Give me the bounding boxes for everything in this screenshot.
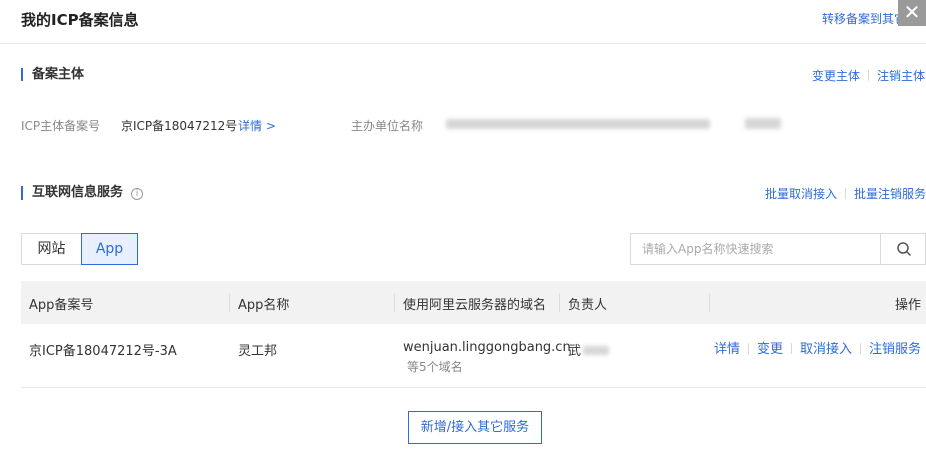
icp-number-value: 京ICP备18047212号 [121,119,238,133]
top-bar: 我的ICP备案信息 转移备案到其它账号 ✕ [0,0,926,44]
tab-app[interactable]: App [81,233,138,265]
batch-cancel-link[interactable]: 批量注销服务 [854,187,926,201]
row-actions: 详情 变更 取消接入 注销服务 [714,338,921,357]
divider [747,343,749,354]
domain-name: wenjuan.linggongbang.cn [403,340,571,355]
col-owner: 负责人 [568,298,608,313]
org-name-label: 主办单位名称 [351,119,424,133]
cancel-subject-link[interactable]: 注销主体 [877,69,925,83]
search-box [630,233,926,265]
icp-detail-link[interactable]: 详情 > [238,117,276,134]
row-change-link[interactable]: 变更 [757,342,783,357]
subject-section-title: 备案主体 [21,68,84,81]
column-divider [394,293,395,312]
col-actions: 操作 [894,298,921,313]
column-divider [559,293,560,312]
close-icon[interactable]: ✕ [898,0,926,26]
column-divider [229,293,230,312]
add-service-button[interactable]: 新增/接入其它服务 [408,411,542,444]
search-button[interactable] [880,234,926,264]
owner-redacted [583,346,610,355]
table-header: App备案号 App名称 使用阿里云服务器的域名 负责人 操作 [21,281,926,324]
divider [859,343,861,354]
col-domain: 使用阿里云服务器的域名 [403,298,547,313]
col-app-record-no: App备案号 [29,298,94,313]
owner-initial: 武 [568,344,582,359]
tab-website[interactable]: 网站 [21,233,82,265]
icp-number-label: ICP主体备案号 [21,119,101,133]
table-row: 京ICP备18047212号-3A 灵工邦 wenjuan.linggongba… [21,324,926,388]
search-input[interactable] [631,234,880,264]
batch-actions: 批量取消接入 批量注销服务 [765,185,926,202]
search-icon [897,242,911,256]
owner-name: 武 [568,340,610,359]
subject-actions: 变更主体 注销主体 [812,67,925,84]
batch-unlink-link[interactable]: 批量取消接入 [765,187,837,201]
change-subject-link[interactable]: 变更主体 [812,69,860,83]
divider [868,70,870,81]
app-record-no: 京ICP备18047212号-3A [29,344,177,359]
info-icon[interactable]: i [131,188,144,200]
app-name: 灵工邦 [238,344,278,359]
column-divider [709,293,710,312]
row-cancel-service-link[interactable]: 注销服务 [869,342,921,357]
domain-extra-count[interactable]: 等5个域名 [407,358,463,375]
row-unlink-link[interactable]: 取消接入 [800,342,852,357]
page-title: 我的ICP备案信息 [21,11,139,29]
row-detail-link[interactable]: 详情 [714,342,740,357]
divider [790,343,792,354]
services-section-label: 互联网信息服务 [32,185,124,200]
divider [845,188,847,199]
services-section-title: 互联网信息服务 i [21,185,144,200]
col-app-name: App名称 [238,298,290,313]
